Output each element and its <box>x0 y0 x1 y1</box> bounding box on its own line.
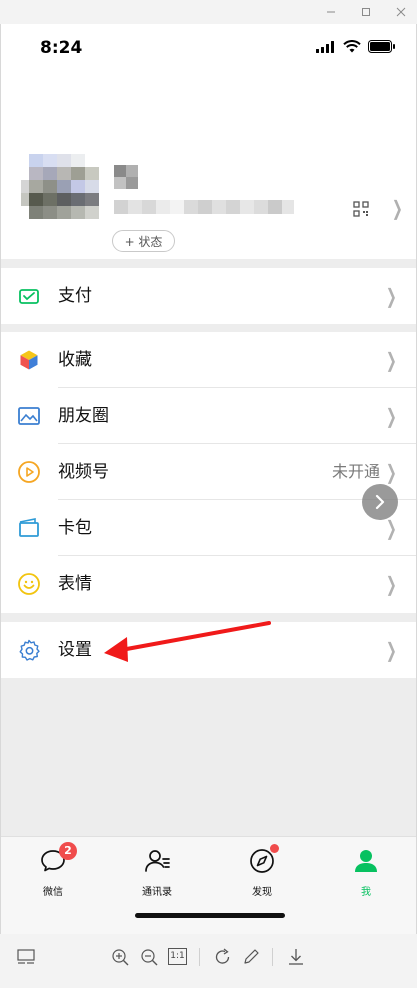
rotate-icon[interactable] <box>213 947 233 967</box>
add-status-button[interactable]: + 状态 <box>112 230 175 252</box>
wallet-icon <box>19 289 39 304</box>
tab-contacts-label: 通讯录 <box>142 887 172 898</box>
wechat-id-pixelated <box>114 200 294 214</box>
menu-item-stickers[interactable]: 表情 ❯ <box>1 556 416 612</box>
menu-item-moments-label: 朋友圈 <box>58 406 109 426</box>
chevron-right-icon: ❯ <box>386 348 398 372</box>
menu-item-stickers-label: 表情 <box>58 574 92 594</box>
tab-chats-label: 微信 <box>43 887 63 898</box>
close-icon[interactable] <box>392 4 410 20</box>
person-icon <box>355 850 377 872</box>
toolbar-divider <box>272 948 273 966</box>
menu-item-cards[interactable]: 卡包 ❯ <box>1 500 416 556</box>
chevron-right-icon: ❯ <box>386 460 398 484</box>
actual-size-icon[interactable]: 1:1 <box>168 948 187 965</box>
viewer-toolbar: 1:1 <box>0 934 417 988</box>
menu-item-pay[interactable]: 支付 ❯ <box>1 268 416 324</box>
zoom-in-icon[interactable] <box>110 947 130 967</box>
unread-badge: 2 <box>59 842 77 860</box>
menu-item-settings-label: 设置 <box>58 640 92 660</box>
status-time: 8:24 <box>40 38 83 58</box>
download-icon[interactable] <box>286 947 306 967</box>
chevron-right-icon: ❯ <box>386 638 398 662</box>
phone-screen: 8:24 + 状态 ❯ 支付 ❯ 收藏 ❯ 朋友圈 ❯ 视频号 未开通 ❯ 卡包… <box>0 24 417 934</box>
bottom-tab-bar: 2 微信 通讯录 发现 我 <box>1 836 416 934</box>
chevron-right-icon: ❯ <box>386 516 398 540</box>
chevron-right-icon[interactable]: ❯ <box>392 198 403 218</box>
nickname-pixelated <box>114 165 138 189</box>
chevron-right-icon: ❯ <box>386 404 398 428</box>
menu-item-moments[interactable]: 朋友圈 ❯ <box>1 388 416 444</box>
card-icon <box>19 518 39 537</box>
contacts-icon <box>145 850 170 872</box>
signal-icon <box>316 40 334 53</box>
tab-discover[interactable]: 发现 <box>232 844 292 898</box>
menu-group-settings: 设置 ❯ <box>1 622 416 678</box>
tab-me[interactable]: 我 <box>336 847 396 898</box>
menu-group-pay: 支付 ❯ <box>1 268 416 324</box>
tab-me-label: 我 <box>361 887 371 898</box>
menu-item-cards-label: 卡包 <box>58 518 92 538</box>
maximize-icon[interactable] <box>357 4 375 20</box>
avatar[interactable] <box>21 154 103 232</box>
pen-icon[interactable] <box>241 947 261 967</box>
minimize-icon[interactable] <box>322 4 340 20</box>
qr-code-icon[interactable] <box>353 201 369 217</box>
wifi-icon <box>343 40 361 53</box>
menu-item-favorites[interactable]: 收藏 ❯ <box>1 332 416 388</box>
menu-item-channels-label: 视频号 <box>58 462 109 482</box>
tab-contacts[interactable]: 通讯录 <box>127 847 187 898</box>
layout-icon[interactable] <box>16 947 36 967</box>
new-content-dot <box>270 844 279 853</box>
menu-item-channels[interactable]: 视频号 未开通 ❯ <box>1 444 416 500</box>
menu-item-pay-label: 支付 <box>58 286 92 306</box>
chevron-right-icon <box>375 494 385 510</box>
menu-item-settings[interactable]: 设置 ❯ <box>1 622 416 678</box>
battery-icon <box>368 40 395 53</box>
chevron-right-icon: ❯ <box>386 572 398 596</box>
home-indicator[interactable] <box>135 913 285 918</box>
tab-chats[interactable]: 2 微信 <box>23 842 83 898</box>
gear-icon <box>19 639 40 661</box>
image-icon <box>18 407 40 425</box>
floating-action-button[interactable] <box>362 484 398 520</box>
menu-item-favorites-label: 收藏 <box>58 350 92 370</box>
profile-header[interactable]: + 状态 ❯ <box>1 76 416 259</box>
tab-discover-label: 发现 <box>252 887 272 898</box>
play-circle-icon <box>18 461 40 483</box>
chevron-right-icon: ❯ <box>386 284 398 308</box>
channels-status-value: 未开通 <box>331 462 380 481</box>
menu-group-services: 收藏 ❯ 朋友圈 ❯ 视频号 未开通 ❯ 卡包 ❯ 表情 ❯ <box>1 332 416 613</box>
zoom-out-icon[interactable] <box>139 947 159 967</box>
smile-icon <box>18 573 40 595</box>
cube-icon <box>19 349 39 371</box>
window-titlebar <box>0 0 417 24</box>
status-bar: 8:24 <box>1 24 416 76</box>
toolbar-divider <box>199 948 200 966</box>
